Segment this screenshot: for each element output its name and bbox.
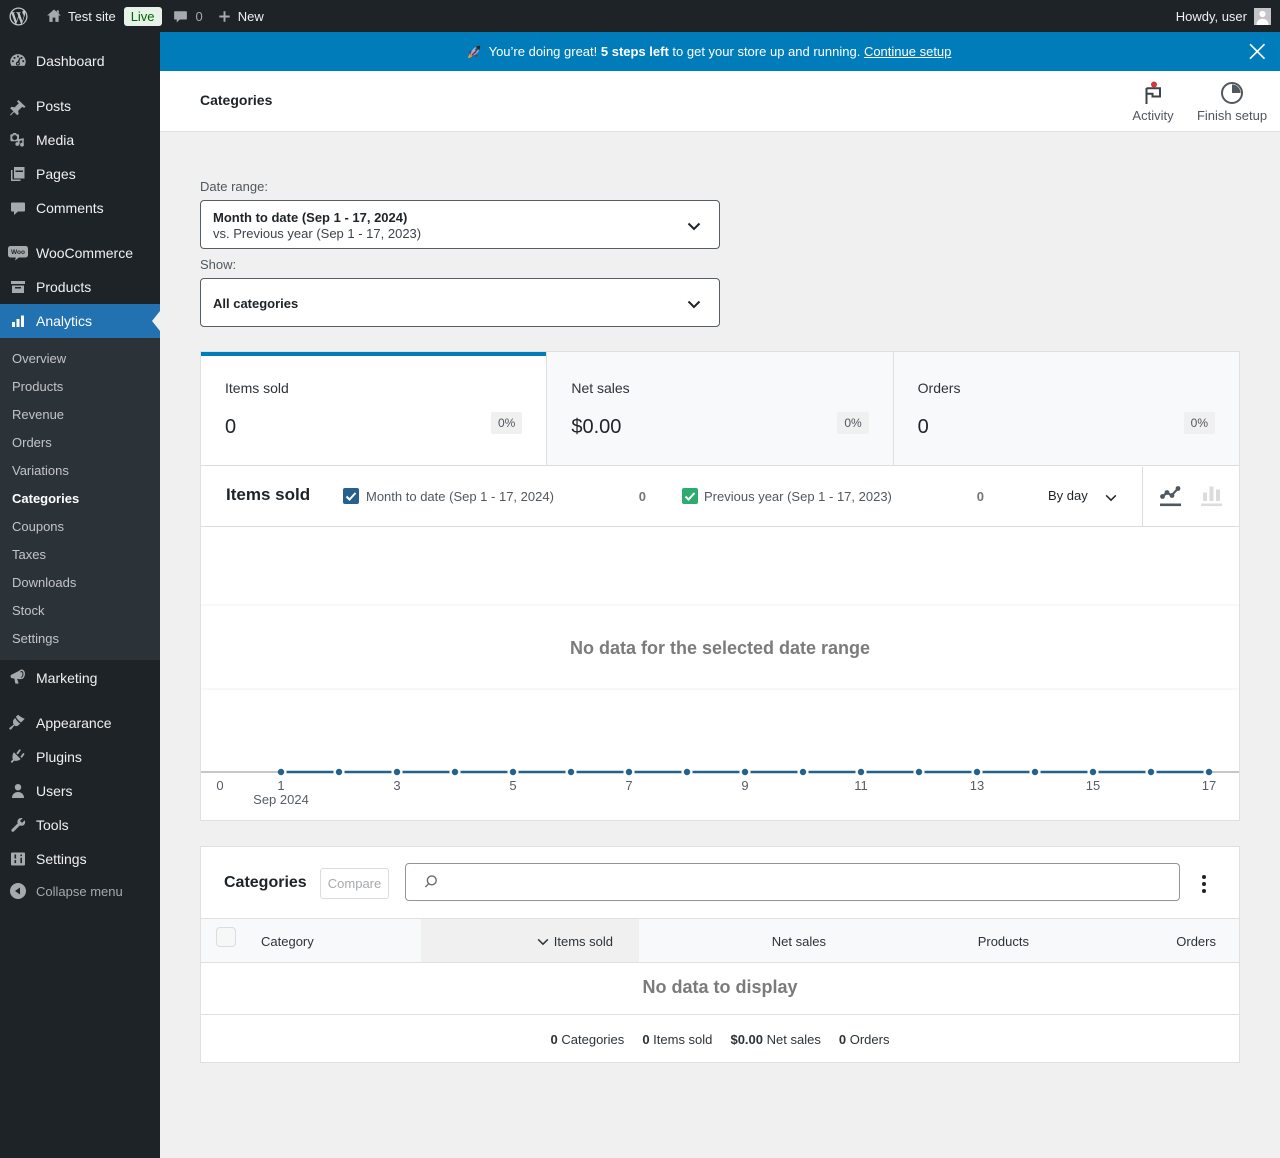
- svg-text:9: 9: [741, 778, 748, 793]
- svg-text:11: 11: [854, 778, 868, 793]
- svg-text:15: 15: [1086, 778, 1100, 793]
- svg-text:7: 7: [625, 778, 632, 793]
- svg-text:13: 13: [970, 778, 984, 793]
- svg-text:17: 17: [1202, 778, 1216, 793]
- svg-text:Woo: Woo: [11, 249, 25, 256]
- svg-text:3: 3: [393, 778, 400, 793]
- svg-text:1: 1: [277, 778, 284, 793]
- svg-text:0: 0: [216, 778, 223, 793]
- svg-text:5: 5: [509, 778, 516, 793]
- svg-text:No data for the selected date: No data for the selected date range: [570, 638, 870, 658]
- svg-text:Sep 2024: Sep 2024: [253, 792, 309, 807]
